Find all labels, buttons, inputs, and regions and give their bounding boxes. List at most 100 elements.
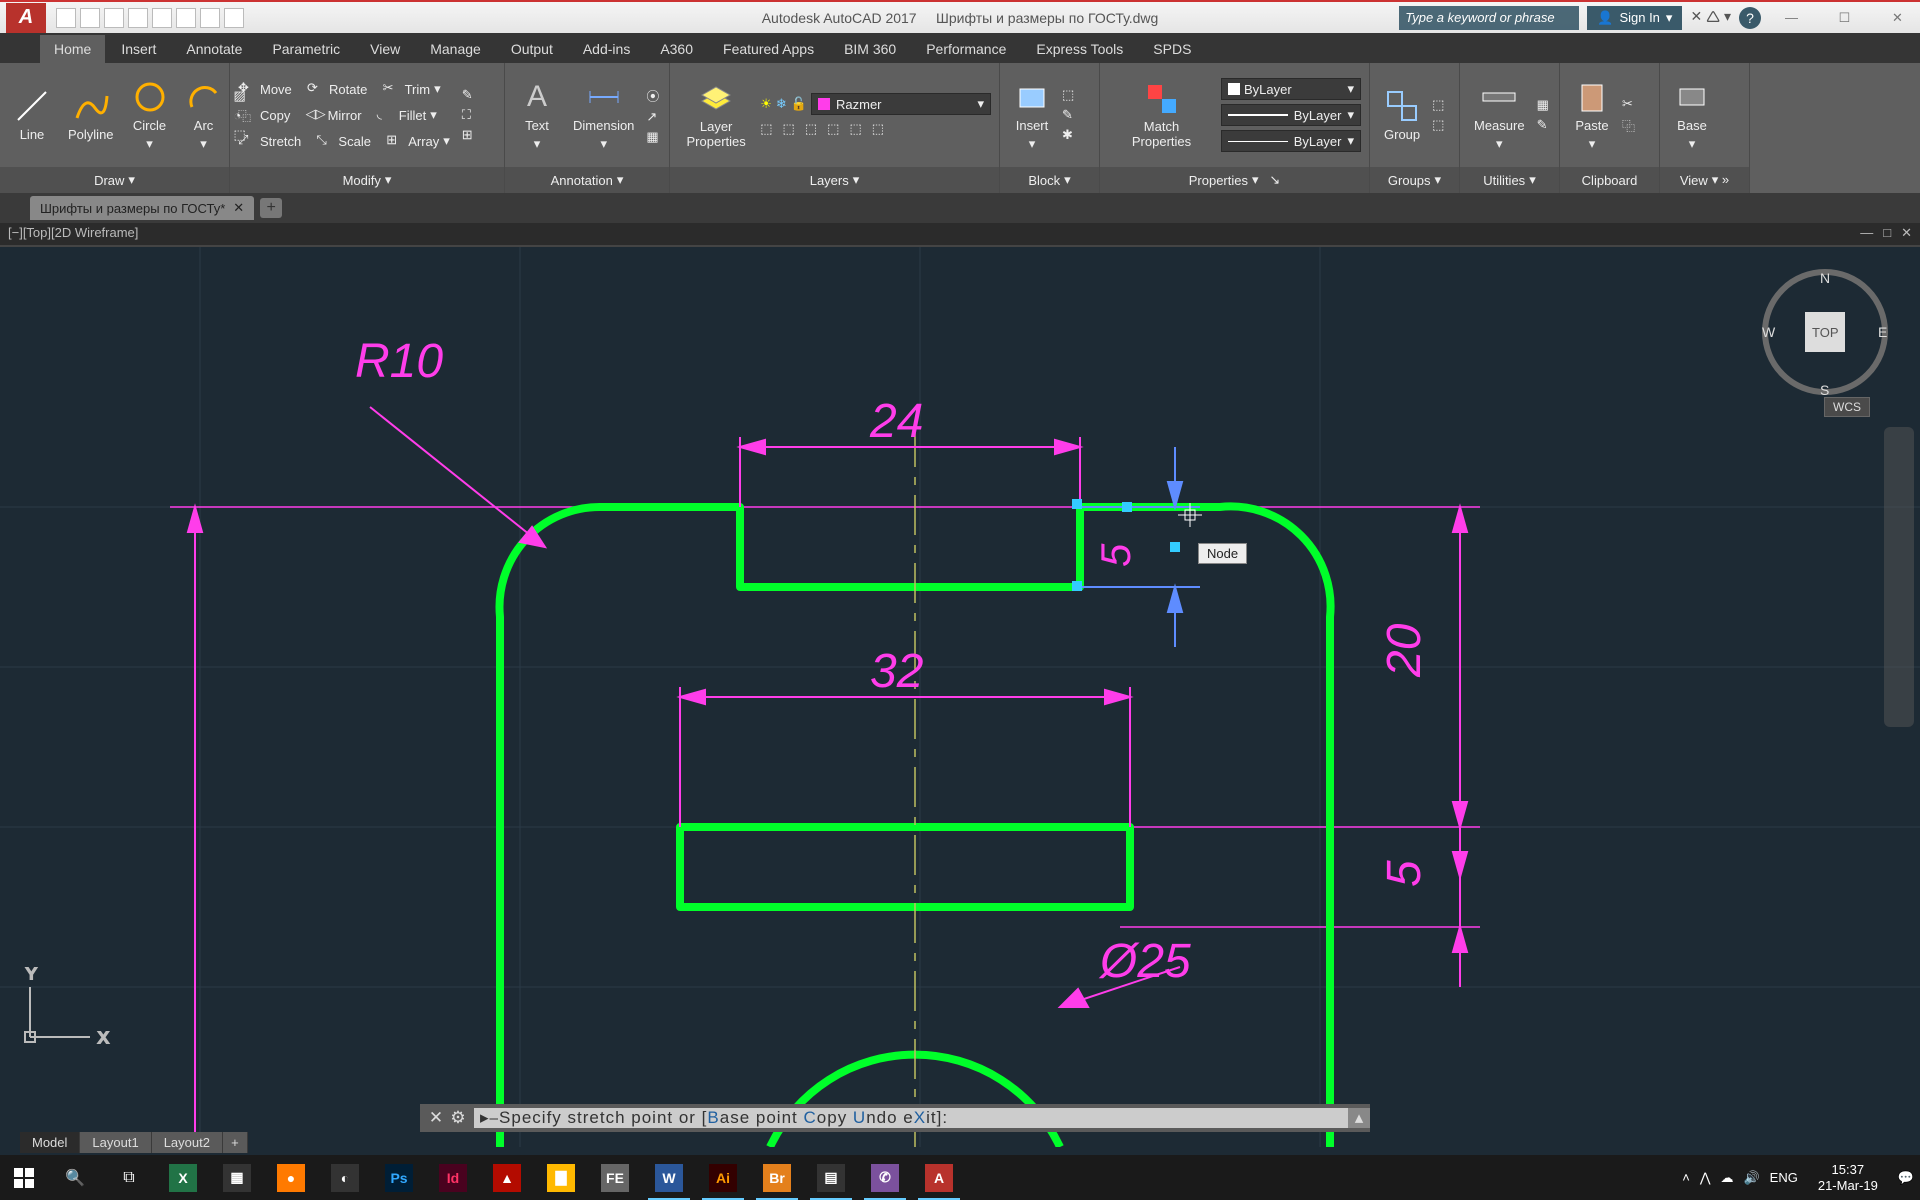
wcs-label[interactable]: WCS <box>1824 397 1870 417</box>
tray-icon[interactable]: ⋀ <box>1700 1170 1711 1186</box>
block-icon[interactable]: ✱ <box>1062 127 1074 143</box>
search-input[interactable]: Type a keyword or phrase <box>1399 6 1579 30</box>
app-logo[interactable]: A <box>6 3 46 33</box>
qat-btn[interactable] <box>56 8 76 28</box>
tray-chevron-icon[interactable]: ˄ <box>1682 1170 1690 1185</box>
taskbar-app[interactable]: ▲ <box>480 1155 534 1200</box>
taskbar-app[interactable]: Br <box>750 1155 804 1200</box>
help-icon[interactable]: ? <box>1739 7 1761 29</box>
base-button[interactable]: Base▾ <box>1668 77 1716 154</box>
vp-max-icon[interactable]: □ <box>1883 225 1891 243</box>
taskbar-app[interactable]: A <box>912 1155 966 1200</box>
add-layout-button[interactable]: + <box>223 1132 248 1153</box>
taskbar-app[interactable]: ▤ <box>804 1155 858 1200</box>
mod-icon[interactable]: ✎ <box>462 87 473 103</box>
linetype-dropdown[interactable]: ByLayer▾ <box>1221 130 1361 152</box>
arc-button[interactable]: Arc▾ <box>180 77 228 154</box>
table-icon[interactable]: ▦ <box>646 129 659 145</box>
ann-icon[interactable]: ⦿ <box>646 86 659 105</box>
qat-btn[interactable] <box>152 8 172 28</box>
lineweight-dropdown[interactable]: ByLayer▾ <box>1221 104 1361 126</box>
fillet-button[interactable]: Fillet <box>399 108 426 123</box>
layer-tool-icon[interactable]: ⬚ <box>783 121 795 137</box>
mod-icon[interactable]: ⛶ <box>462 107 473 123</box>
copy-icon[interactable]: ⿻ <box>1622 116 1635 135</box>
nav-bar[interactable] <box>1884 427 1914 727</box>
viewport-label[interactable]: [−][Top][2D Wireframe] <box>8 225 138 243</box>
layer-tool-icon[interactable]: ⬚ <box>872 121 884 137</box>
text-button[interactable]: AText▾ <box>513 77 561 154</box>
command-line[interactable]: ✕⚙ ▸⎯Specify stretch point or [Base poin… <box>420 1104 1370 1132</box>
clock[interactable]: 15:3721-Mar-19 <box>1808 1162 1888 1193</box>
taskbar-app[interactable]: Ai <box>696 1155 750 1200</box>
group-button[interactable]: Group <box>1378 86 1426 144</box>
circle-button[interactable]: Circle▾ <box>126 77 174 154</box>
minimize-button[interactable]: — <box>1769 5 1814 30</box>
taskbar-app[interactable]: W <box>642 1155 696 1200</box>
layer-icon[interactable]: ☀ <box>760 96 772 112</box>
layer-tool-icon[interactable]: ⬚ <box>827 121 839 137</box>
cmd-opts-icon[interactable]: ⚙ <box>448 1108 468 1128</box>
taskbar-app[interactable]: FE <box>588 1155 642 1200</box>
tab-featured[interactable]: Featured Apps <box>709 35 828 63</box>
notifications-icon[interactable]: 💬 <box>1898 1170 1914 1186</box>
mirror-button[interactable]: Mirror <box>328 108 362 123</box>
tab-spds[interactable]: SPDS <box>1139 35 1205 63</box>
tab-manage[interactable]: Manage <box>416 35 495 63</box>
rotate-button[interactable]: Rotate <box>329 82 367 97</box>
drawing-canvas[interactable]: 24 32 R10 20 5 <box>0 247 1920 1155</box>
move-button[interactable]: Move <box>260 82 292 97</box>
qat-btn[interactable] <box>128 8 148 28</box>
tab-annotate[interactable]: Annotate <box>172 35 256 63</box>
tray-volume-icon[interactable]: 🔊 <box>1743 1170 1759 1186</box>
cmd-close-icon[interactable]: ✕ <box>426 1108 446 1128</box>
tab-performance[interactable]: Performance <box>912 35 1020 63</box>
layer-tool-icon[interactable]: ⬚ <box>805 121 817 137</box>
layer-properties-button[interactable]: Layer Properties <box>678 79 754 151</box>
taskbar-app[interactable]: ◐ <box>318 1155 372 1200</box>
grp-icon[interactable]: ⬚ <box>1432 117 1444 133</box>
taskbar-app[interactable]: ✆ <box>858 1155 912 1200</box>
qat-btn[interactable] <box>80 8 100 28</box>
copy-button[interactable]: Copy <box>260 108 290 123</box>
line-button[interactable]: Line <box>8 86 56 144</box>
qat-btn[interactable] <box>224 8 244 28</box>
vp-close-icon[interactable]: ✕ <box>1901 225 1912 243</box>
tab-a360[interactable]: A360 <box>646 35 707 63</box>
paste-button[interactable]: Paste▾ <box>1568 77 1616 154</box>
grp-icon[interactable]: ⬚ <box>1432 97 1444 113</box>
polyline-button[interactable]: Polyline <box>62 86 120 144</box>
layer-tool-icon[interactable]: ⬚ <box>849 121 861 137</box>
exchange-icon[interactable]: ✕ 🛆 ▾ <box>1690 6 1731 30</box>
tab-insert[interactable]: Insert <box>107 35 170 63</box>
viewcube[interactable]: N S W E TOP <box>1760 267 1890 397</box>
taskbar-app[interactable]: ● <box>264 1155 318 1200</box>
tray-lang[interactable]: ENG <box>1770 1170 1798 1185</box>
maximize-button[interactable]: ☐ <box>1822 5 1867 30</box>
tab-view[interactable]: View <box>356 35 414 63</box>
tray-cloud-icon[interactable]: ☁ <box>1720 1170 1733 1186</box>
close-tab-icon[interactable]: ✕ <box>233 200 244 216</box>
util-icon[interactable]: ✎ <box>1537 117 1549 133</box>
tab-output[interactable]: Output <box>497 35 567 63</box>
taskbar-app[interactable]: X <box>156 1155 210 1200</box>
qat-btn[interactable] <box>176 8 196 28</box>
search-button[interactable]: 🔍 <box>48 1155 102 1200</box>
close-button[interactable]: ✕ <box>1875 5 1920 30</box>
layer-icon[interactable]: ❄ <box>776 96 787 112</box>
vp-min-icon[interactable]: — <box>1860 225 1873 243</box>
array-button[interactable]: Array <box>408 134 439 149</box>
layout-tab-model[interactable]: Model <box>20 1132 80 1153</box>
layout-tab-2[interactable]: Layout2 <box>152 1132 223 1153</box>
block-icon[interactable]: ⬚ <box>1062 87 1074 103</box>
sign-in-button[interactable]: 👤 Sign In ▾ <box>1587 6 1682 30</box>
layer-dropdown[interactable]: Razmer▾ <box>811 93 991 115</box>
tab-express[interactable]: Express Tools <box>1022 35 1137 63</box>
start-button[interactable] <box>0 1155 48 1200</box>
new-tab-button[interactable]: + <box>260 198 282 218</box>
tab-addins[interactable]: Add-ins <box>569 35 644 63</box>
trim-button[interactable]: Trim <box>405 82 431 97</box>
cut-icon[interactable]: ✂ <box>1622 96 1635 112</box>
leader-icon[interactable]: ↗ <box>646 109 659 125</box>
qat-btn[interactable] <box>104 8 124 28</box>
